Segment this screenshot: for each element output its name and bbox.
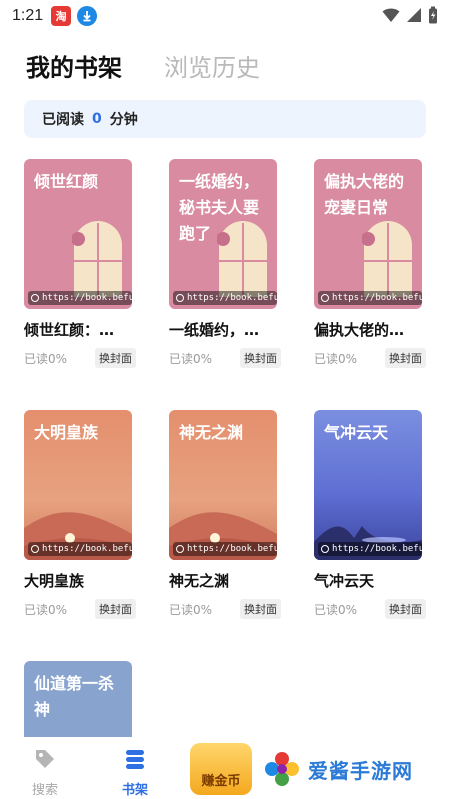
cover-url-label: https://book.befu xyxy=(173,291,277,305)
book-item[interactable]: 一纸婚约，秘书夫人要跑了 https://book.befu 一纸婚约，… 已读… xyxy=(169,159,281,368)
book-meta: 已读0% 换封面 xyxy=(314,348,426,368)
download-icon xyxy=(77,6,98,26)
bottom-nav: 搜索 书架 赚金币 爱酱手游网 xyxy=(0,737,450,799)
book-title[interactable]: 大明皇族 xyxy=(24,570,132,591)
book-item[interactable]: 气冲云天 https://book.befu 气冲云天 已读0% 换封面 xyxy=(314,410,426,619)
book-item[interactable]: 偏执大佬的宠妻日常 https://book.befu 偏执大佬的… 已读0% … xyxy=(314,159,426,368)
watermark-text: 爱酱手游网 xyxy=(308,758,413,783)
status-time: 1:21 xyxy=(12,7,44,24)
signal-icon xyxy=(407,8,421,22)
book-item[interactable]: 倾世红颜 https://book.befu 倾世红颜：… 已读0% 换封面 xyxy=(24,159,136,368)
cover-title: 大明皇族 xyxy=(34,423,99,442)
pinwheel-logo-icon xyxy=(265,752,299,786)
change-cover-button[interactable]: 换封面 xyxy=(240,348,281,368)
change-cover-button[interactable]: 换封面 xyxy=(385,348,426,368)
nav-bookshelf-label: 书架 xyxy=(121,783,148,798)
link-icon xyxy=(176,294,184,302)
read-progress: 已读0% xyxy=(169,602,213,617)
book-title[interactable]: 偏执大佬的… xyxy=(314,319,422,340)
book-meta: 已读0% 换封面 xyxy=(24,599,136,619)
reading-time-banner: 已阅读 0 分钟 xyxy=(24,100,426,138)
bookshelf-icon xyxy=(126,750,144,769)
tab-browse-history[interactable]: 浏览历史 xyxy=(164,48,260,83)
watermark: 爱酱手游网 xyxy=(262,749,413,789)
cover-title: 偏执大佬的宠妻日常 xyxy=(324,172,405,217)
book-meta: 已读0% 换封面 xyxy=(24,348,136,368)
link-icon xyxy=(31,545,39,553)
change-cover-button[interactable]: 换封面 xyxy=(385,599,426,619)
battery-icon xyxy=(429,6,437,24)
book-title[interactable]: 气冲云天 xyxy=(314,570,422,591)
cover-title: 倾世红颜 xyxy=(34,172,99,191)
window-illustration xyxy=(72,221,122,297)
wifi-icon xyxy=(382,8,400,22)
book-item[interactable]: 大明皇族 https://book.befu 大明皇族 已读0% 换封面 xyxy=(24,410,136,619)
book-title[interactable]: 一纸婚约，… xyxy=(169,319,277,340)
read-progress: 已读0% xyxy=(314,351,358,366)
read-progress: 已读0% xyxy=(169,351,213,366)
link-icon xyxy=(31,294,39,302)
window-illustration xyxy=(217,221,267,297)
cover-title: 神无之渊 xyxy=(179,423,244,442)
book-item[interactable]: 神无之渊 https://book.befu 神无之渊 已读0% 换封面 xyxy=(169,410,281,619)
book-meta: 已读0% 换封面 xyxy=(314,599,426,619)
book-cover[interactable]: 仙道第一杀神 xyxy=(24,661,132,737)
book-cover[interactable]: 气冲云天 https://book.befu xyxy=(314,410,422,560)
nav-search-label: 搜索 xyxy=(31,783,58,798)
earn-coins-label: 赚金币 xyxy=(201,774,241,789)
cover-title: 仙道第一杀神 xyxy=(34,674,115,719)
change-cover-button[interactable]: 换封面 xyxy=(95,599,136,619)
book-meta: 已读0% 换封面 xyxy=(169,348,281,368)
cover-url-label: https://book.befu xyxy=(173,542,277,556)
link-icon xyxy=(176,545,184,553)
cover-url-label: https://book.befu xyxy=(318,291,422,305)
reading-prefix: 已阅读 xyxy=(42,112,84,128)
cover-url-label: https://book.befu xyxy=(28,542,132,556)
tag-icon xyxy=(36,750,54,768)
read-progress: 已读0% xyxy=(314,602,358,617)
book-title[interactable]: 倾世红颜：… xyxy=(24,319,132,340)
cover-url-label: https://book.befu xyxy=(28,291,132,305)
change-cover-button[interactable]: 换封面 xyxy=(240,599,281,619)
window-illustration xyxy=(362,221,412,297)
nav-search[interactable]: 搜索 xyxy=(20,747,70,798)
reading-suffix: 分钟 xyxy=(109,112,138,128)
change-cover-button[interactable]: 换封面 xyxy=(95,348,136,368)
book-title[interactable]: 神无之渊 xyxy=(169,570,277,591)
earn-coins-button[interactable]: 赚金币 xyxy=(190,743,252,795)
book-item[interactable]: 仙道第一杀神 xyxy=(24,661,132,737)
status-bar: 1:21 淘 xyxy=(0,0,450,32)
book-cover[interactable]: 大明皇族 https://book.befu xyxy=(24,410,132,560)
book-cover[interactable]: 一纸婚约，秘书夫人要跑了 https://book.befu xyxy=(169,159,277,309)
book-cover[interactable]: 神无之渊 https://book.befu xyxy=(169,410,277,560)
book-cover[interactable]: 偏执大佬的宠妻日常 https://book.befu xyxy=(314,159,422,309)
read-progress: 已读0% xyxy=(24,351,68,366)
top-tabs: 我的书架 浏览历史 xyxy=(26,48,260,83)
taobao-app-icon: 淘 xyxy=(51,6,72,26)
reading-minutes: 0 xyxy=(92,111,102,127)
read-progress: 已读0% xyxy=(24,602,68,617)
cover-url-label: https://book.befu xyxy=(318,542,422,556)
nav-bookshelf[interactable]: 书架 xyxy=(110,747,160,798)
book-meta: 已读0% 换封面 xyxy=(169,599,281,619)
book-cover[interactable]: 倾世红颜 https://book.befu xyxy=(24,159,132,309)
link-icon xyxy=(321,545,329,553)
tab-my-bookshelf[interactable]: 我的书架 xyxy=(26,48,122,83)
link-icon xyxy=(321,294,329,302)
cover-title: 气冲云天 xyxy=(324,423,389,442)
